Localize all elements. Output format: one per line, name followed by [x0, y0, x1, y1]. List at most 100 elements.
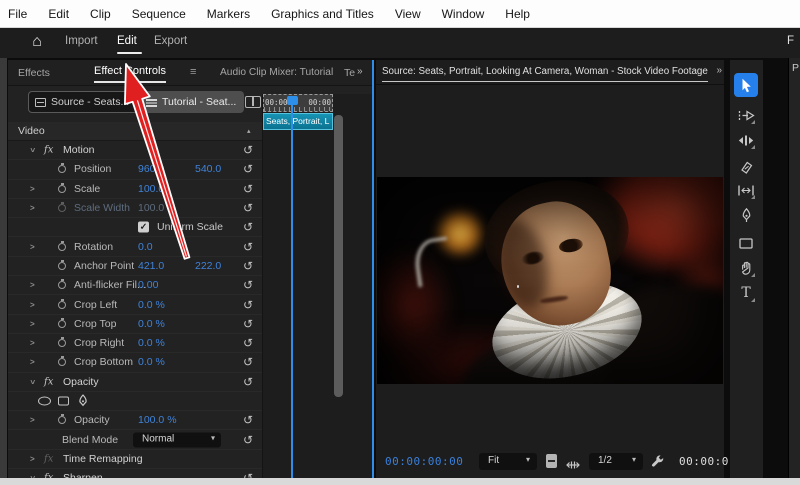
- source-overflow-chevron-icon[interactable]: »: [716, 65, 721, 76]
- effect-row-scale-width[interactable]: > Scale Width 100.0 ↺: [8, 199, 262, 218]
- twirl-icon[interactable]: >: [30, 319, 35, 328]
- tab-export[interactable]: Export: [154, 35, 187, 47]
- menu-sequence[interactable]: Sequence: [130, 7, 188, 21]
- track-select-forward-tool[interactable]: [736, 105, 756, 125]
- menu-edit[interactable]: Edit: [46, 7, 71, 21]
- effect-row-anti-flicker-fil-[interactable]: > Anti-flicker Fil... 0.00 ↺: [8, 276, 262, 295]
- tab-import[interactable]: Import: [65, 35, 98, 47]
- mask-rect-icon[interactable]: [58, 396, 69, 406]
- effect-row-crop-right[interactable]: > Crop Right 0.0 % ↺: [8, 334, 262, 353]
- stopwatch-icon[interactable]: [58, 337, 66, 348]
- stopwatch-icon[interactable]: [58, 414, 66, 425]
- menu-view[interactable]: View: [393, 7, 423, 21]
- tab-truncated[interactable]: Te: [344, 67, 355, 79]
- razor-tool[interactable]: [736, 157, 756, 177]
- effect-row-crop-top[interactable]: > Crop Top 0.0 % ↺: [8, 315, 262, 334]
- reset-icon[interactable]: ↺: [243, 221, 253, 233]
- effect-row-anchor-point[interactable]: Anchor Point 421.0 222.0 ↺: [8, 257, 262, 276]
- property-value[interactable]: 421.0: [138, 260, 164, 272]
- reset-icon[interactable]: ↺: [243, 318, 253, 330]
- playhead-grip[interactable]: [287, 96, 298, 105]
- current-timecode[interactable]: 00:00:00:00: [385, 455, 463, 468]
- hand-tool[interactable]: [736, 258, 756, 278]
- tab-edit[interactable]: Edit: [117, 35, 137, 47]
- timeline-ruler[interactable]: 00:00 00:00: [263, 94, 333, 112]
- property-value[interactable]: 0.0 %: [138, 337, 165, 349]
- effect-row-time-remapping[interactable]: > fx Time Remapping: [8, 450, 262, 469]
- effect-row-position[interactable]: Position 960.0 540.0 ↺: [8, 160, 262, 179]
- reset-icon[interactable]: ↺: [243, 279, 253, 291]
- reset-icon[interactable]: ↺: [243, 299, 253, 311]
- timeline-clip[interactable]: Seats, Portrait, L: [263, 113, 333, 130]
- property-value[interactable]: 0.0: [138, 241, 153, 253]
- stopwatch-icon[interactable]: [58, 163, 66, 174]
- mask-pen-icon[interactable]: [77, 394, 89, 408]
- mask-ellipse-icon[interactable]: [38, 396, 51, 406]
- stopwatch-icon[interactable]: [58, 202, 66, 213]
- twirl-icon[interactable]: >: [30, 416, 35, 425]
- zoom-level-dropdown[interactable]: Fit ▾: [479, 453, 537, 470]
- video-section-header[interactable]: Video ▴: [8, 122, 262, 141]
- effect-row-motion[interactable]: > fx Motion ↺: [8, 141, 262, 160]
- type-tool[interactable]: T: [736, 283, 756, 303]
- reset-icon[interactable]: ↺: [243, 356, 253, 368]
- reset-icon[interactable]: ↺: [243, 163, 253, 175]
- tab-effects[interactable]: Effects: [18, 67, 50, 79]
- property-value[interactable]: 0.0 %: [138, 299, 165, 311]
- stopwatch-icon[interactable]: [58, 182, 66, 193]
- twirl-icon[interactable]: >: [28, 379, 37, 384]
- ripple-edit-tool[interactable]: [736, 130, 756, 150]
- checkbox[interactable]: ✓: [138, 221, 149, 233]
- split-view-icon[interactable]: [245, 96, 261, 108]
- effect-row-sharpen[interactable]: >fxSharpen↺: [8, 469, 262, 478]
- reset-icon[interactable]: ↺: [243, 337, 253, 349]
- property-value[interactable]: 0.0 %: [138, 318, 165, 330]
- effect-row-scale[interactable]: > Scale 100.0 ↺: [8, 180, 262, 199]
- effect-row-opacity[interactable]: > fx Opacity ↺: [8, 373, 262, 392]
- effect-row-crop-bottom[interactable]: > Crop Bottom 0.0 % ↺: [8, 353, 262, 372]
- property-value[interactable]: 100.0: [138, 202, 164, 214]
- effect-row-uniform-scale[interactable]: ✓ Uniform Scale ↺: [8, 218, 262, 237]
- property-value[interactable]: 540.0: [195, 163, 221, 175]
- selection-tool[interactable]: [734, 73, 758, 97]
- menu-help[interactable]: Help: [503, 7, 532, 21]
- property-value[interactable]: 222.0: [195, 260, 221, 272]
- reset-icon[interactable]: ↺: [243, 414, 253, 426]
- sequence-clip-button[interactable]: Tutorial - Seat...: [140, 91, 245, 113]
- playback-resolution-dropdown[interactable]: 1/2 ▾: [589, 453, 643, 470]
- twirl-icon[interactable]: >: [30, 358, 35, 367]
- home-icon[interactable]: ⌂: [26, 32, 48, 52]
- reset-icon[interactable]: ↺: [243, 183, 253, 195]
- menu-file[interactable]: File: [6, 7, 29, 21]
- reset-icon[interactable]: ↺: [243, 376, 253, 388]
- effect-row-rotation[interactable]: > Rotation 0.0 ↺: [8, 237, 262, 256]
- reset-icon[interactable]: ↺: [243, 434, 253, 446]
- stopwatch-icon[interactable]: [58, 259, 66, 270]
- blend-mode-dropdown[interactable]: Normal ▾: [133, 432, 221, 448]
- reset-icon[interactable]: ↺: [243, 241, 253, 253]
- playhead-line[interactable]: [291, 96, 293, 478]
- twirl-icon[interactable]: >: [30, 204, 35, 213]
- menu-window[interactable]: Window: [440, 7, 487, 21]
- effect-row-blend-mode[interactable]: Blend Mode Normal ▾ ↺: [8, 430, 262, 449]
- wrench-icon[interactable]: [650, 454, 665, 469]
- tab-overflow-chevron-icon[interactable]: »: [357, 66, 362, 77]
- tab-effect-controls[interactable]: Effect Controls: [94, 65, 166, 83]
- tab-source-clip[interactable]: Source: Seats, Portrait, Looking At Came…: [382, 66, 708, 82]
- stopwatch-icon[interactable]: [58, 298, 66, 309]
- twirl-icon[interactable]: >: [30, 300, 35, 309]
- property-value[interactable]: 0.0 %: [138, 356, 165, 368]
- pen-tool[interactable]: [736, 205, 756, 225]
- property-value[interactable]: 100.0 %: [138, 414, 177, 426]
- twirl-icon[interactable]: >: [30, 339, 35, 348]
- reset-icon[interactable]: ↺: [243, 202, 253, 214]
- property-value[interactable]: 960.0: [138, 163, 164, 175]
- stopwatch-icon[interactable]: [58, 279, 66, 290]
- menu-markers[interactable]: Markers: [205, 7, 252, 21]
- twirl-icon[interactable]: >: [30, 242, 35, 251]
- rectangle-tool[interactable]: [736, 233, 756, 253]
- twirl-icon[interactable]: >: [30, 184, 35, 193]
- stopwatch-icon[interactable]: [58, 240, 66, 251]
- drag-video-icon[interactable]: [546, 454, 557, 468]
- effect-row-mask[interactable]: [8, 392, 262, 411]
